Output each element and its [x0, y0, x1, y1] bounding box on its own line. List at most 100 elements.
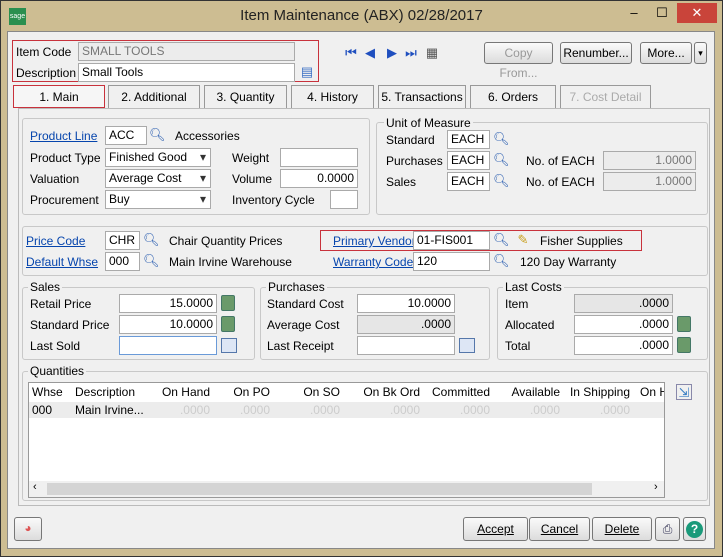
column-header[interactable]: On H [640, 384, 664, 401]
maximize-button[interactable]: ☐ [649, 3, 675, 23]
column-header[interactable]: Description [75, 384, 155, 401]
sage-home-icon[interactable]: ◕ [14, 517, 42, 541]
price-code-description: Chair Quantity Prices [169, 234, 283, 248]
search-icon[interactable]: 🔍︎ [143, 232, 160, 248]
product-line-link[interactable]: Product Line [30, 129, 97, 143]
uom-standard-input[interactable]: EACH [447, 130, 490, 149]
search-icon[interactable]: 🔍︎ [493, 152, 510, 168]
weight-input[interactable] [280, 148, 358, 167]
default-whse-description: Main Irvine Warehouse [169, 255, 292, 269]
primary-vendor-input[interactable]: 01-FIS001 [413, 231, 490, 250]
search-icon[interactable]: 🔍︎ [143, 253, 160, 269]
price-code-input[interactable]: CHR [105, 231, 140, 250]
last-sold-input[interactable] [119, 336, 217, 355]
primary-vendor-description: Fisher Supplies [540, 234, 623, 248]
lookup-list-icon[interactable]: ▦ [424, 45, 440, 61]
last-record-icon[interactable]: ⏭ [403, 45, 419, 61]
print-icon[interactable]: ⎙ [655, 517, 680, 541]
next-record-icon[interactable]: ▶ [384, 45, 400, 61]
vendor-inquiry-icon[interactable]: ✎ [515, 232, 531, 248]
tab-additional[interactable]: 2. Additional [108, 85, 200, 108]
allocated-input[interactable]: .0000 [574, 315, 673, 334]
tab-orders[interactable]: 6. Orders [470, 85, 556, 108]
last-receipt-label: Last Receipt [267, 339, 334, 353]
calendar-icon[interactable] [459, 338, 475, 353]
more-dropdown-button[interactable]: ▾ [694, 42, 707, 64]
tab-cost-detail[interactable]: 7. Cost Detail [560, 85, 651, 108]
column-header[interactable]: Committed [428, 384, 490, 401]
uom-sales-input[interactable]: EACH [447, 172, 490, 191]
search-icon[interactable]: 🔍︎ [493, 253, 510, 269]
valuation-select[interactable]: Average Cost [105, 169, 211, 188]
product-type-select[interactable]: Finished Good [105, 148, 211, 167]
default-whse-input[interactable]: 000 [105, 252, 140, 271]
column-header[interactable]: Available [498, 384, 560, 401]
close-button[interactable]: ✕ [677, 3, 717, 23]
total-input[interactable]: .0000 [574, 336, 673, 355]
procurement-select[interactable]: Buy [105, 190, 211, 209]
last-receipt-input[interactable] [357, 336, 455, 355]
average-cost-input: .0000 [357, 315, 455, 334]
uom-title: Unit of Measure [384, 116, 473, 130]
scroll-right-icon[interactable]: › [654, 481, 658, 493]
minimize-button[interactable]: – [621, 3, 647, 23]
calendar-icon[interactable] [221, 338, 237, 353]
search-icon[interactable]: 🔍︎ [493, 232, 510, 248]
default-whse-link[interactable]: Default Whse [26, 255, 98, 269]
copy-from-button[interactable]: Copy From... [484, 42, 553, 80]
previous-record-icon[interactable]: ◀ [362, 45, 378, 61]
sales-factor-input[interactable]: 1.0000 [603, 172, 696, 191]
warranty-code-input[interactable]: 120 [413, 252, 490, 271]
customize-grid-icon[interactable]: ⇲ [676, 384, 692, 400]
sales-title: Sales [28, 280, 63, 294]
table-cell [640, 402, 664, 418]
calculator-icon[interactable] [677, 316, 691, 332]
help-icon[interactable]: ? [683, 517, 706, 541]
tab-main[interactable]: 1. Main [13, 85, 105, 108]
search-icon[interactable]: 🔍︎ [493, 131, 510, 147]
memo-icon[interactable]: ▤ [299, 64, 315, 80]
uom-purchases-input[interactable]: EACH [447, 151, 490, 170]
valuation-label: Valuation [30, 172, 80, 186]
column-header[interactable]: On SO [288, 384, 340, 401]
purchases-factor-input[interactable]: 1.0000 [603, 151, 696, 170]
column-header[interactable]: On PO [218, 384, 270, 401]
volume-input[interactable]: 0.0000 [280, 169, 358, 188]
more-button[interactable]: More... [640, 42, 692, 64]
purchases-title: Purchases [266, 280, 327, 294]
warranty-code-link[interactable]: Warranty Code [333, 255, 413, 269]
calculator-icon[interactable] [677, 337, 691, 353]
tab-history[interactable]: 4. History [291, 85, 374, 108]
description-input[interactable]: Small Tools [78, 63, 295, 82]
standard-price-label: Standard Price [30, 318, 110, 332]
tab-quantity[interactable]: 3. Quantity [204, 85, 287, 108]
calculator-icon[interactable] [221, 295, 235, 311]
renumber-button[interactable]: Renumber... [560, 42, 632, 64]
delete-button[interactable]: Delete [592, 517, 652, 541]
column-header[interactable]: Whse [32, 384, 72, 401]
weight-label: Weight [232, 151, 270, 165]
accept-button[interactable]: Accept [463, 517, 528, 541]
column-header[interactable]: On Hand [150, 384, 210, 401]
last-costs-title: Last Costs [503, 280, 564, 294]
calculator-icon[interactable] [221, 316, 235, 332]
inventory-cycle-input[interactable] [330, 190, 358, 209]
scrollbar-thumb[interactable] [47, 483, 592, 495]
delete-label: Delete [604, 522, 640, 536]
primary-vendor-link[interactable]: Primary Vendor [333, 234, 416, 248]
average-cost-label: Average Cost [267, 318, 340, 332]
tab-transactions[interactable]: 5. Transactions [378, 85, 466, 108]
cancel-button[interactable]: Cancel [529, 517, 590, 541]
standard-price-input[interactable]: 10.0000 [119, 315, 217, 334]
scroll-left-icon[interactable]: ‹ [33, 481, 37, 493]
search-icon[interactable]: 🔍︎ [149, 127, 166, 143]
standard-cost-input[interactable]: 10.0000 [357, 294, 455, 313]
column-header[interactable]: In Shipping [568, 384, 630, 401]
first-record-icon[interactable]: ⏮ [343, 45, 359, 61]
item-code-input[interactable]: SMALL TOOLS [78, 42, 295, 61]
retail-price-input[interactable]: 15.0000 [119, 294, 217, 313]
price-code-link[interactable]: Price Code [26, 234, 85, 248]
product-line-input[interactable]: ACC [105, 126, 147, 145]
column-header[interactable]: On Bk Ord [358, 384, 420, 401]
search-icon[interactable]: 🔍︎ [493, 173, 510, 189]
